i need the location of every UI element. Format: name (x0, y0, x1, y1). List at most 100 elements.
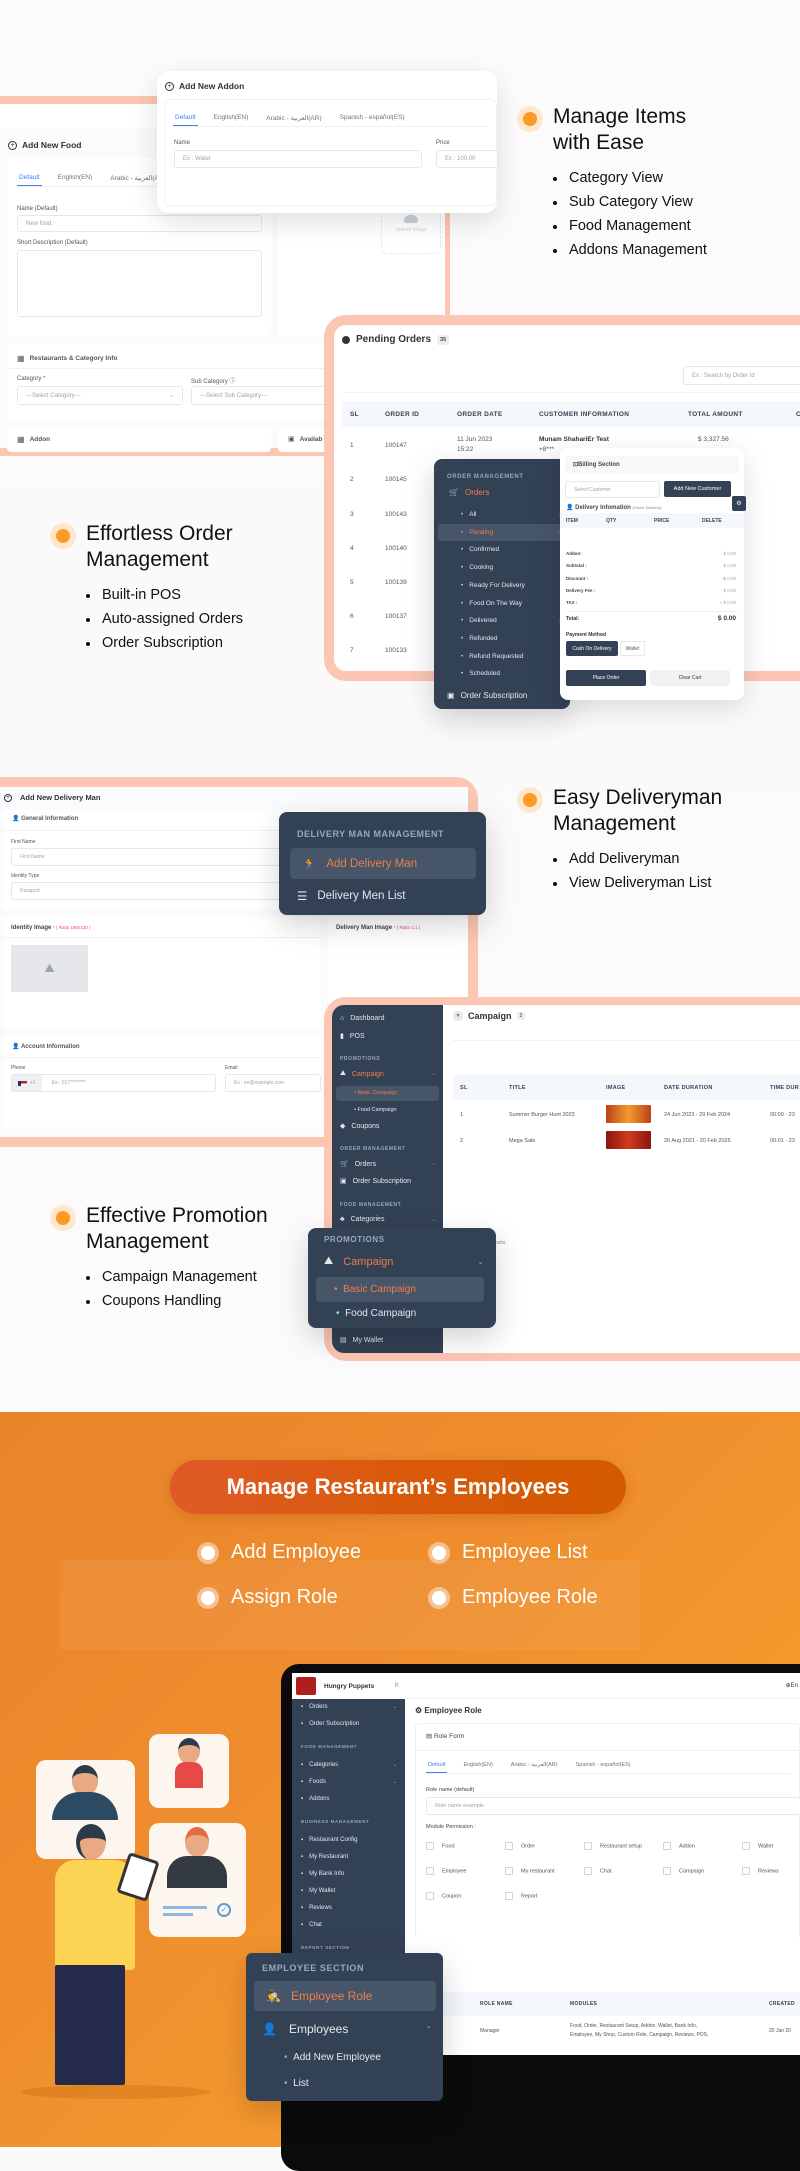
tab-default[interactable]: Default (17, 170, 42, 186)
tab-english[interactable]: English(EN) (212, 110, 251, 126)
column-header-date-duration[interactable]: DATE DURATION (664, 1085, 713, 1091)
description-textarea[interactable] (17, 250, 262, 317)
column-header-title[interactable]: TITLE (509, 1085, 526, 1091)
language-select[interactable]: ⊕En (786, 1682, 798, 1689)
tab-arabic[interactable]: Arabic - العربية(AR) (509, 1758, 560, 1773)
tab-english[interactable]: English(EN) (461, 1758, 494, 1773)
order-status-item[interactable]: •Food On The Way0 (434, 595, 570, 612)
sidebar-item-dashboard[interactable]: ⌂ Dashboard (340, 1015, 384, 1022)
role-name-input[interactable]: Role name example (426, 1797, 800, 1815)
sidebar-item-categories[interactable]: ♣ Categories ⌄ (340, 1216, 436, 1223)
module-permission-checkbox[interactable]: Wallet (742, 1842, 773, 1850)
category-select[interactable]: ---Select Category--- ⌄ (17, 386, 183, 405)
order-status-item[interactable]: •Ready For Delivery2 (434, 577, 570, 594)
module-permission-checkbox[interactable]: Campaign (663, 1867, 704, 1875)
tab-spanish[interactable]: Spanish - español(ES) (574, 1758, 633, 1773)
identity-image-upload[interactable]: ⛰ (11, 945, 88, 992)
order-status-item[interactable]: •Scheduled1 (434, 665, 570, 682)
cash-on-delivery-button[interactable]: Cash On Delivery (566, 641, 618, 656)
add-delivery-man-item[interactable]: 🏃 Add Delivery Man (290, 848, 476, 879)
checkbox-icon[interactable] (742, 1867, 750, 1875)
checkbox-icon[interactable] (505, 1867, 513, 1875)
food-campaign-menu-item[interactable]: • Food Campaign (336, 1308, 416, 1319)
module-permission-checkbox[interactable]: Employee (426, 1867, 466, 1875)
sidebar-item[interactable]: ▪ My Restaurant (301, 1854, 397, 1860)
employees-menu-item[interactable]: 👤 Employees ⌃ (262, 2022, 432, 2036)
campaign-menu-item[interactable]: ⛰ Campaign ⌄ (324, 1255, 484, 1268)
addon-price-input[interactable]: Ex : 100.00 (436, 150, 498, 168)
checkbox-icon[interactable] (742, 1842, 750, 1850)
module-permission-checkbox[interactable]: Addon (663, 1842, 695, 1850)
sidebar-item[interactable]: ▪ Chat (301, 1922, 397, 1928)
sidebar-item[interactable]: ▪ Reviews (301, 1905, 397, 1911)
order-status-item[interactable]: •Pending35 (438, 523, 570, 541)
column-header-role-name[interactable]: ROLE NAME (480, 2001, 513, 2007)
clear-cart-button[interactable]: Clear Cart (650, 670, 730, 686)
checkbox-icon[interactable] (584, 1867, 592, 1875)
sidebar-item[interactable]: ▪ Foods ⌄ (301, 1779, 397, 1785)
module-permission-checkbox[interactable]: Order (505, 1842, 535, 1850)
module-permission-checkbox[interactable]: Restaurant setup (584, 1842, 642, 1850)
module-permission-checkbox[interactable]: Chat (584, 1867, 612, 1875)
module-permission-checkbox[interactable]: Food (426, 1842, 455, 1850)
order-status-item[interactable]: •Refund Requested2 (434, 648, 570, 665)
tab-english[interactable]: English(EN) (56, 170, 95, 186)
first-name-input[interactable]: First Name (11, 848, 311, 866)
column-header-sl[interactable]: SL (460, 1085, 468, 1091)
checkbox-icon[interactable] (426, 1842, 434, 1850)
column-header-image[interactable]: IMAGE (606, 1085, 626, 1091)
checkbox-icon[interactable] (426, 1867, 434, 1875)
add-new-employee-item[interactable]: • Add New Employee (284, 2052, 381, 2063)
country-code-select[interactable]: +1 (12, 1075, 42, 1091)
settings-gear-icon[interactable]: ⚙ (732, 496, 746, 511)
sidebar-item-orders[interactable]: 🛒 Orders ⌄ (340, 1160, 436, 1169)
column-header-total[interactable]: TOTAL AMOUNT (688, 411, 743, 418)
tab-spanish[interactable]: Spanish - español(ES) (338, 110, 407, 126)
checkbox-icon[interactable] (663, 1842, 671, 1850)
order-status-item[interactable]: •Cooking0 (434, 559, 570, 576)
delivery-men-list-item[interactable]: ☰ Delivery Men List (297, 889, 406, 903)
order-status-item[interactable]: •Refunded0 (434, 630, 570, 647)
order-subscription-item[interactable]: ▣ Order Subscription (447, 691, 527, 700)
add-new-customer-button[interactable]: Add New Customer (664, 481, 731, 497)
column-header-customer[interactable]: CUSTOMER INFORMATION (539, 411, 629, 418)
orders-menu-item[interactable]: 🛒 Orders (449, 488, 489, 497)
module-permission-checkbox[interactable]: Report (505, 1892, 538, 1900)
sidebar-item[interactable]: ▪ My Bank Info (301, 1871, 397, 1877)
phone-input[interactable]: +1 Ex : 017******** (11, 1074, 216, 1092)
collapse-sidebar-icon[interactable]: K (395, 1683, 399, 1689)
sidebar-item[interactable]: ▪ My Wallet (301, 1888, 397, 1894)
sidebar-item-food-campaign[interactable]: • Food Campaign (354, 1107, 397, 1113)
order-search-input[interactable]: Ex : Search by Order Id (683, 366, 800, 385)
sidebar-item[interactable]: ▪ Restaurant Config (301, 1837, 397, 1843)
sidebar-item[interactable]: ▪ Order Subscription (301, 1721, 397, 1727)
column-header-sl[interactable]: SL (350, 411, 359, 418)
column-header-order-id[interactable]: ORDER ID (385, 411, 419, 418)
order-status-item[interactable]: •Confirmed1 (434, 541, 570, 558)
column-header-order-date[interactable]: ORDER DATE (457, 411, 503, 418)
checkbox-icon[interactable] (663, 1867, 671, 1875)
checkbox-icon[interactable] (426, 1892, 434, 1900)
checkbox-icon[interactable] (584, 1842, 592, 1850)
sidebar-item-my-wallet[interactable]: ▤ My Wallet (340, 1336, 383, 1345)
addon-name-input[interactable]: Ex : Water (174, 150, 422, 168)
sidebar-item[interactable]: ▪ Orders ⌄ (301, 1704, 397, 1710)
email-input[interactable]: Ex : ex@example.com (225, 1074, 321, 1092)
checkbox-icon[interactable] (505, 1892, 513, 1900)
sidebar-item[interactable]: ▪ Addons (301, 1796, 397, 1802)
employee-role-menu-item[interactable]: 🕵 Employee Role (254, 1981, 436, 2011)
food-name-input[interactable]: New food (17, 215, 262, 232)
select-customer-dropdown[interactable]: Select Customer (565, 481, 660, 498)
module-permission-checkbox[interactable]: Coupon (426, 1892, 461, 1900)
tab-default[interactable]: Default (173, 110, 198, 126)
wallet-button[interactable]: Wallet (620, 641, 645, 656)
sidebar-item-campaign[interactable]: ⛰ Campaign ⌄ (340, 1070, 436, 1078)
sidebar-item-order-subscription[interactable]: ▣ Order Subscription (340, 1177, 411, 1186)
order-status-item[interactable]: •Delivered19 (434, 612, 570, 629)
sidebar-item-pos[interactable]: ▮ POS (340, 1032, 365, 1041)
place-order-button[interactable]: Place Order (566, 670, 646, 686)
module-permission-checkbox[interactable]: My restaurant (505, 1867, 555, 1875)
basic-campaign-menu-item[interactable]: • Basic Campaign (316, 1277, 484, 1302)
order-status-item[interactable]: •All59 (434, 506, 570, 523)
sidebar-item[interactable]: ▪ Categories ⌄ (301, 1762, 397, 1768)
